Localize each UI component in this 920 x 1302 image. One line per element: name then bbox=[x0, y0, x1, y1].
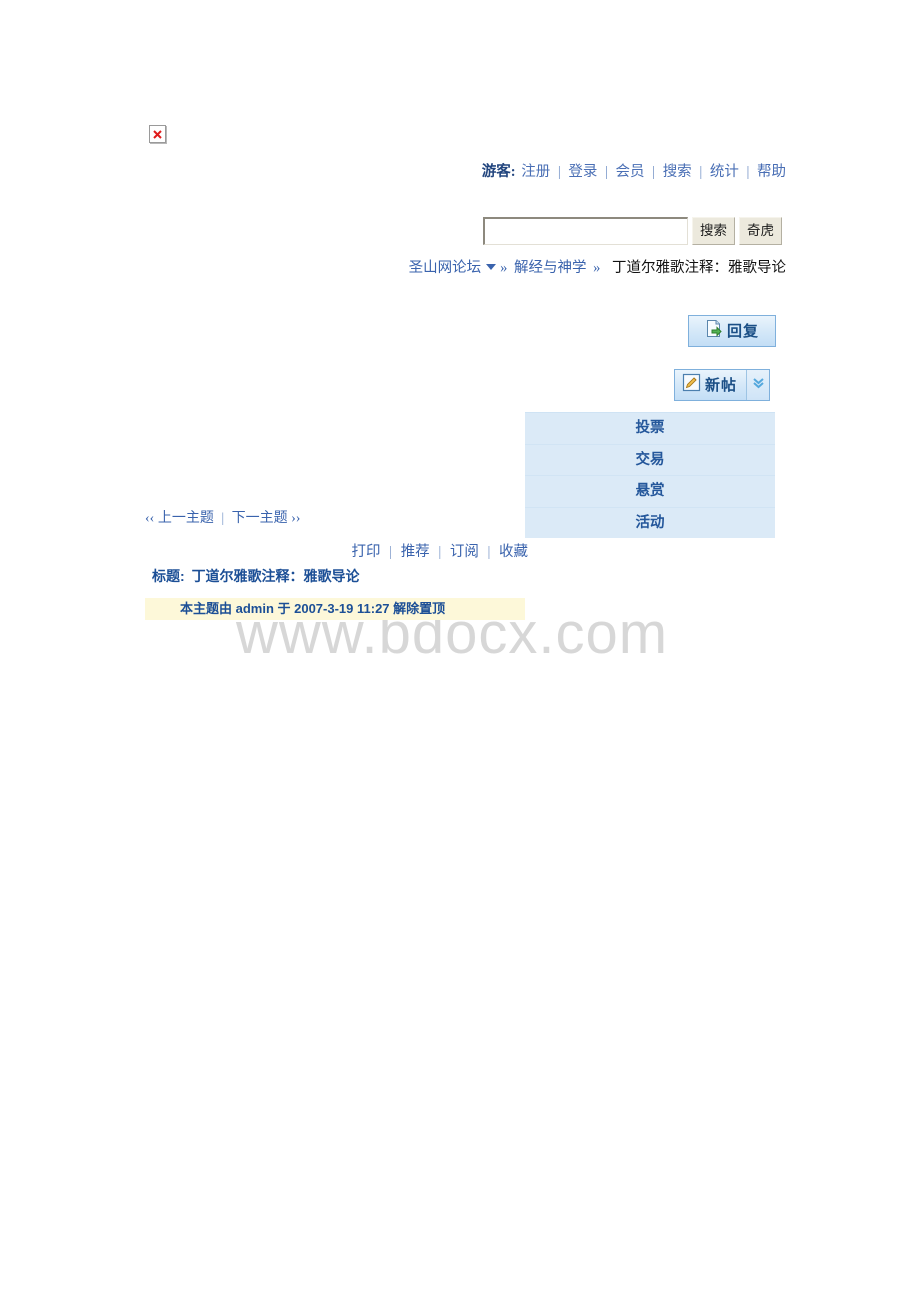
prev-topic-link[interactable]: 上一主题 bbox=[158, 511, 214, 526]
breadcrumb: 圣山网论坛 » 解经与神学 » 丁道尔雅歌注释：雅歌导论 bbox=[0, 258, 786, 278]
next-topic-link[interactable]: 下一主题 bbox=[232, 511, 288, 526]
tool-link-print[interactable]: 打印 bbox=[352, 544, 381, 560]
triangle-down-icon[interactable] bbox=[486, 264, 497, 270]
topic-navigation: ‹‹ 上一主题 | 下一主题 ›› bbox=[145, 509, 300, 529]
search-qihoo-button[interactable]: 奇虎 bbox=[739, 217, 782, 245]
topic-tools: 打印 | 推荐 | 订阅 | 收藏 bbox=[0, 542, 528, 562]
page-title: 丁道尔雅歌注释：雅歌导论 bbox=[191, 568, 360, 584]
topic-title-label: 标题: bbox=[152, 568, 185, 584]
breadcrumb-current: 丁道尔雅歌注释：雅歌导论 bbox=[612, 260, 786, 276]
nav-separator: | bbox=[557, 164, 561, 180]
topic-title-line: 标题: 丁道尔雅歌注释：雅歌导论 bbox=[152, 566, 360, 586]
next-topic-chevron: ›› bbox=[291, 511, 301, 526]
edit-pencil-icon bbox=[682, 373, 701, 397]
double-chevron-down-icon bbox=[752, 376, 765, 394]
sticky-notice: 本主题由 admin 于 2007-3-19 11:27 解除置顶 bbox=[145, 598, 525, 620]
nav-separator: | bbox=[699, 164, 703, 180]
nav-link-login[interactable]: 登录 bbox=[568, 164, 597, 180]
nav-link-register[interactable]: 注册 bbox=[521, 164, 550, 180]
nav-link-help[interactable]: 帮助 bbox=[757, 164, 786, 180]
broken-image-x-icon bbox=[153, 129, 162, 139]
breadcrumb-forum[interactable]: 解经与神学 bbox=[514, 260, 587, 276]
new-post-dropdown-menu: 投票 交易 悬赏 活动 bbox=[525, 412, 775, 538]
menu-item-trade[interactable]: 交易 bbox=[525, 445, 775, 476]
prev-topic-chevron: ‹‹ bbox=[145, 511, 155, 526]
tool-separator: | bbox=[487, 544, 491, 560]
tool-separator: | bbox=[389, 544, 393, 560]
breadcrumb-arrow: » bbox=[500, 260, 508, 276]
user-nav: 游客: 注册 | 登录 | 会员 | 搜索 | 统计 | 帮助 bbox=[0, 162, 786, 182]
topic-nav-separator: | bbox=[221, 511, 225, 526]
breadcrumb-root[interactable]: 圣山网论坛 bbox=[409, 260, 482, 276]
reply-button-label: 回复 bbox=[726, 322, 759, 340]
nav-separator: | bbox=[652, 164, 656, 180]
menu-item-activity[interactable]: 活动 bbox=[525, 508, 775, 539]
menu-item-bounty[interactable]: 悬赏 bbox=[525, 476, 775, 508]
search-bar: 搜索 奇虎 bbox=[483, 217, 782, 245]
breadcrumb-arrow: » bbox=[593, 260, 601, 276]
search-input[interactable] bbox=[483, 217, 688, 245]
nav-link-members[interactable]: 会员 bbox=[616, 164, 645, 180]
nav-separator: | bbox=[746, 164, 750, 180]
guest-label: 游客: bbox=[481, 164, 516, 180]
reply-post-icon bbox=[705, 319, 724, 343]
reply-button[interactable]: 回复 bbox=[688, 315, 776, 347]
tool-link-favorite[interactable]: 收藏 bbox=[499, 544, 528, 560]
nav-separator: | bbox=[605, 164, 608, 180]
forum-page: 游客: 注册 | 登录 | 会员 | 搜索 | 统计 | 帮助 搜索 奇虎 圣山… bbox=[0, 0, 920, 1302]
sticky-notice-text: 本主题由 admin 于 2007-3-19 11:27 解除置顶 bbox=[180, 601, 446, 616]
nav-link-stats[interactable]: 统计 bbox=[710, 164, 739, 180]
new-post-main[interactable]: 新帖 bbox=[675, 370, 746, 400]
new-post-dropdown-toggle[interactable] bbox=[746, 370, 770, 400]
menu-item-vote[interactable]: 投票 bbox=[525, 413, 775, 445]
tool-link-recommend[interactable]: 推荐 bbox=[401, 544, 430, 560]
search-submit-button[interactable]: 搜索 bbox=[692, 217, 735, 245]
tool-separator: | bbox=[438, 544, 442, 560]
nav-link-search[interactable]: 搜索 bbox=[663, 164, 692, 180]
broken-image-placeholder bbox=[149, 125, 166, 143]
tool-link-subscribe[interactable]: 订阅 bbox=[450, 544, 479, 560]
new-post-button[interactable]: 新帖 bbox=[674, 369, 771, 401]
new-post-button-label: 新帖 bbox=[705, 376, 738, 394]
